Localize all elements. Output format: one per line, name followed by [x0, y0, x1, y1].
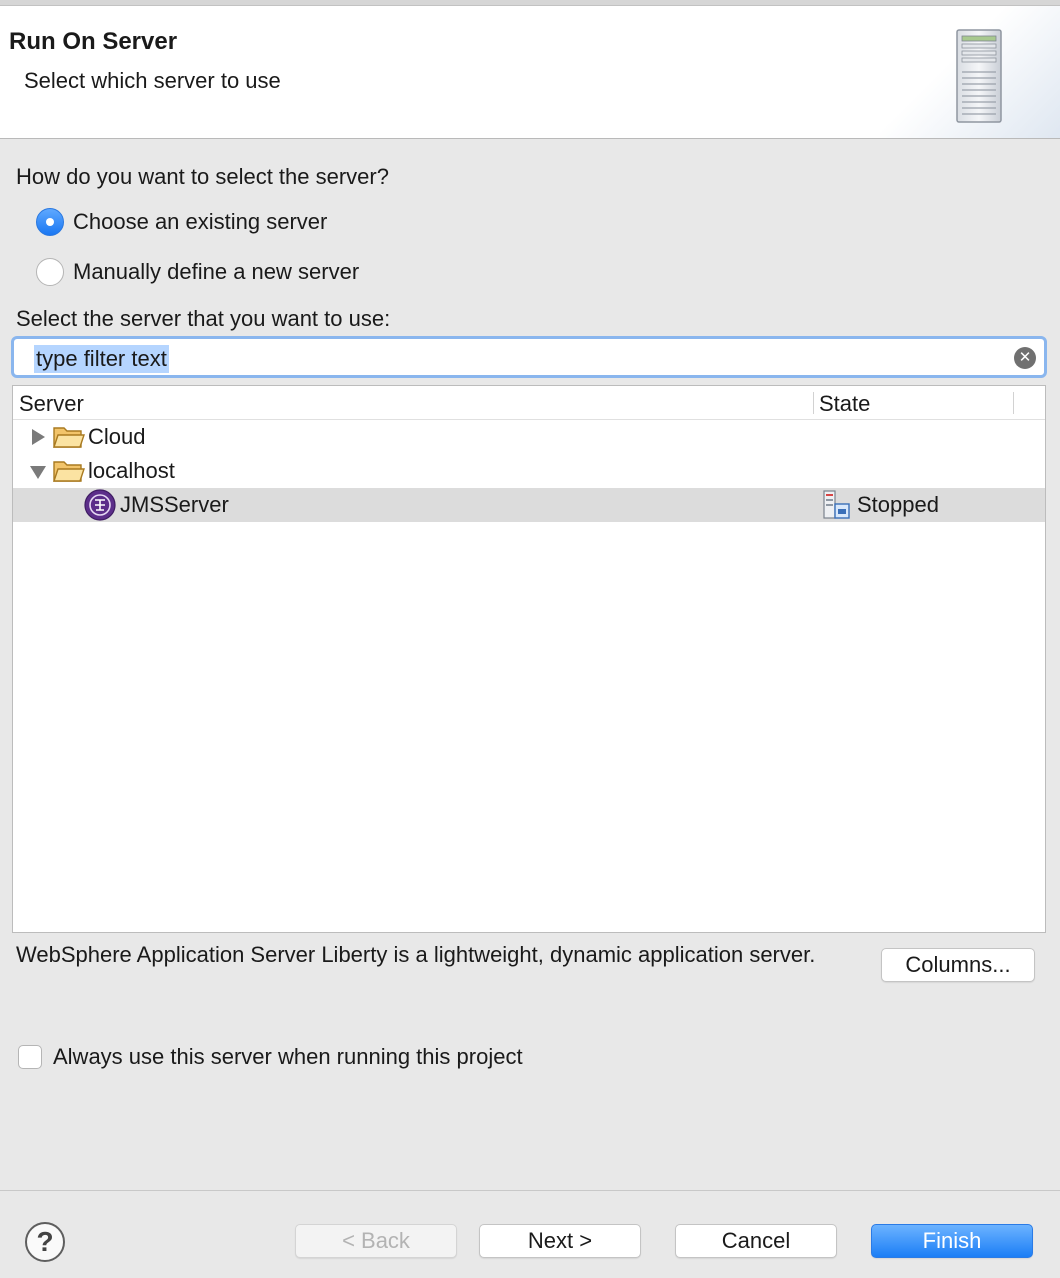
server-tree[interactable]: Server State Cloud localhost JMSServer S…: [12, 385, 1046, 933]
folder-icon: [53, 427, 85, 448]
server-tower-icon: [956, 29, 1002, 123]
radio-label: Choose an existing server: [73, 209, 328, 234]
finish-button[interactable]: Finish: [871, 1224, 1033, 1258]
radio-label: Manually define a new server: [73, 259, 360, 284]
filter-field[interactable]: type filter text ✕: [11, 336, 1047, 378]
tree-row-localhost[interactable]: localhost: [13, 454, 1045, 488]
radio-button-checked[interactable]: [36, 208, 64, 236]
folder-icon: [53, 461, 85, 482]
server-stopped-icon: [823, 490, 850, 519]
column-header-server[interactable]: Server: [19, 391, 84, 417]
filter-input-selected-text[interactable]: type filter text: [34, 345, 169, 373]
column-divider[interactable]: [813, 392, 814, 414]
server-state: Stopped: [857, 492, 939, 517]
collapse-arrow-icon[interactable]: [30, 466, 46, 479]
back-button[interactable]: < Back: [295, 1224, 457, 1258]
next-button[interactable]: Next >: [479, 1224, 641, 1258]
always-use-server-option[interactable]: Always use this server when running this…: [18, 1043, 523, 1071]
selection-question: How do you want to select the server?: [16, 164, 389, 189]
radio-button[interactable]: [36, 258, 64, 286]
cancel-button[interactable]: Cancel: [675, 1224, 837, 1258]
liberty-server-icon: [84, 489, 116, 521]
tree-item-label: JMSServer: [120, 492, 229, 517]
wizard-subtitle: Select which server to use: [24, 68, 281, 93]
always-use-checkbox[interactable]: [18, 1045, 42, 1069]
tree-row-cloud[interactable]: Cloud: [13, 420, 1045, 454]
column-header-state[interactable]: State: [819, 391, 870, 417]
radio-manually-define-server[interactable]: Manually define a new server: [36, 257, 359, 287]
columns-button[interactable]: Columns...: [881, 948, 1035, 982]
checkbox-label: Always use this server when running this…: [53, 1044, 523, 1069]
radio-choose-existing-server[interactable]: Choose an existing server: [36, 207, 327, 237]
footer-divider: [0, 1190, 1060, 1191]
help-icon[interactable]: ?: [25, 1222, 65, 1262]
server-description: WebSphere Application Server Liberty is …: [16, 942, 816, 967]
column-divider[interactable]: [1013, 392, 1014, 414]
expand-arrow-icon[interactable]: [32, 429, 45, 445]
tree-item-label: Cloud: [88, 424, 146, 449]
server-list-label: Select the server that you want to use:: [16, 306, 391, 331]
clear-search-icon[interactable]: ✕: [1014, 347, 1036, 369]
tree-item-label: localhost: [88, 458, 175, 483]
wizard-header: Run On Server Select which server to use: [0, 6, 1060, 139]
tree-header: Server State: [13, 386, 1045, 420]
wizard-title: Run On Server: [9, 28, 178, 55]
tree-row-jmsserver[interactable]: JMSServer Stopped: [13, 488, 1045, 522]
